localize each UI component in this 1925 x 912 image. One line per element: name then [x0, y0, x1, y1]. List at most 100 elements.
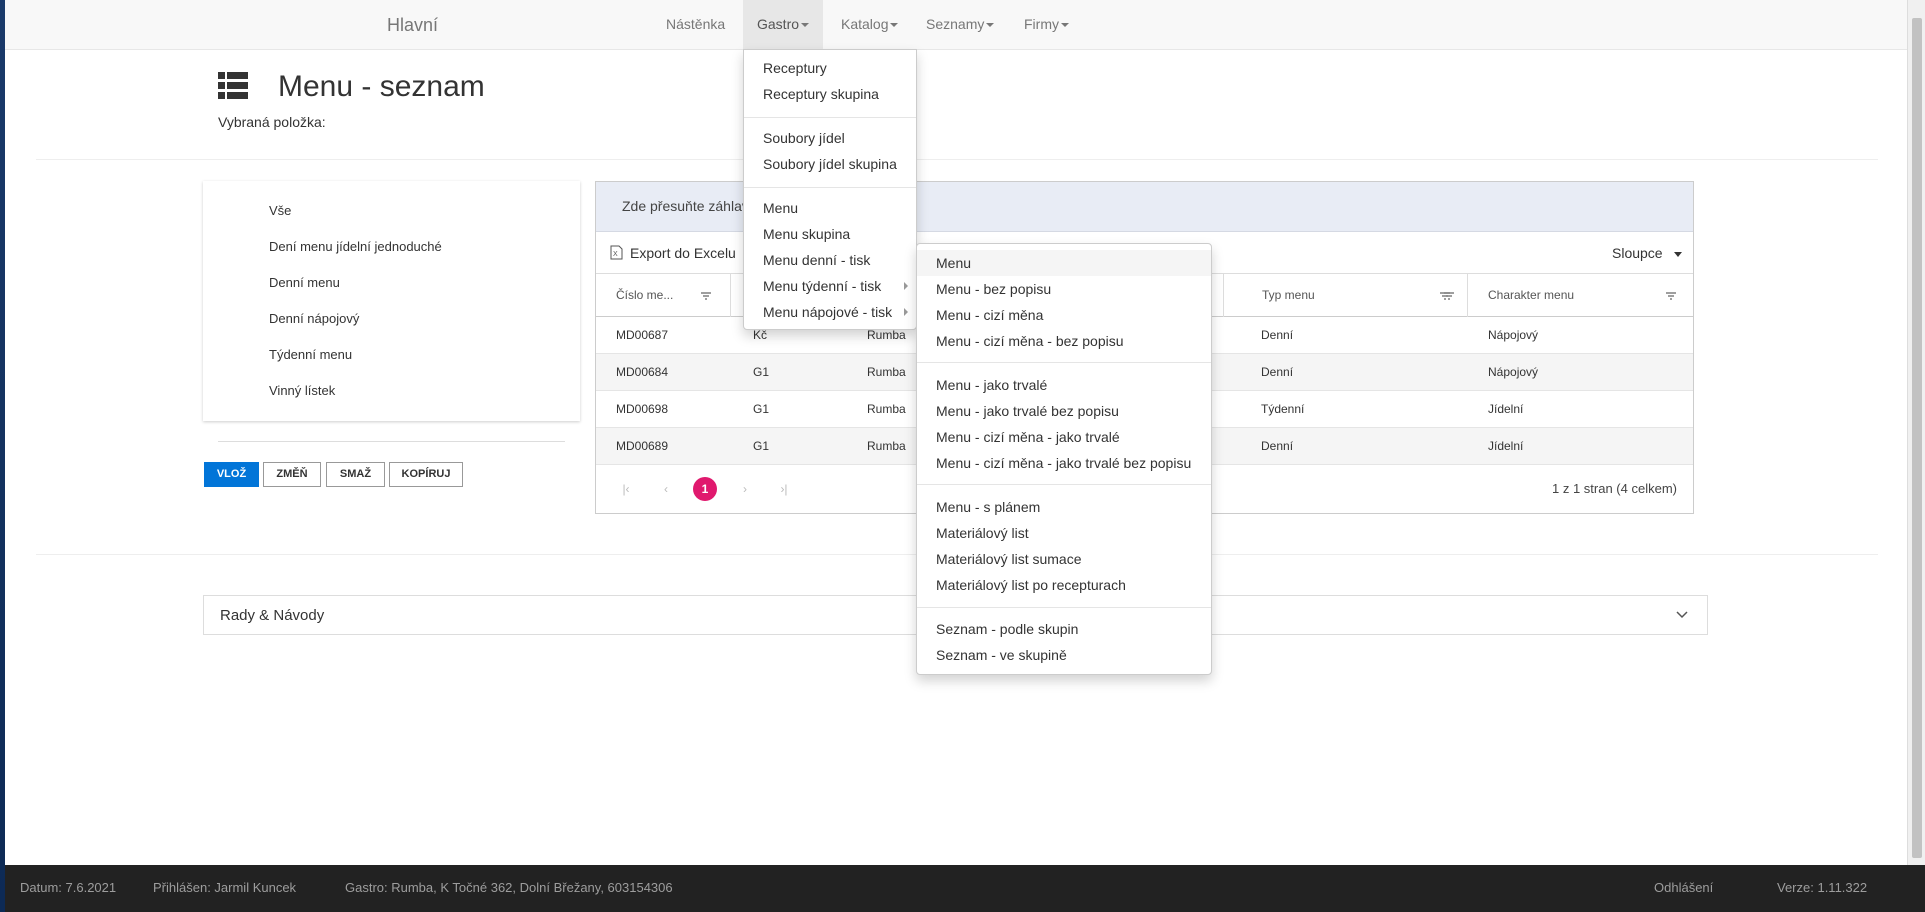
- divider: [36, 159, 1878, 160]
- menu-divider: [744, 117, 916, 118]
- cell-c2: G1: [753, 402, 770, 416]
- column-header-label: Typ menu: [1262, 288, 1315, 302]
- submenu-item[interactable]: Menu - jako trvalé: [917, 372, 1211, 398]
- export-excel-button[interactable]: Export do Excelu: [630, 245, 736, 261]
- status-footer: Datum: 7.6.2021 Přihlášen: Jarmil Kuncek…: [5, 865, 1925, 912]
- pager-info: 1 z 1 stran (4 celkem): [1552, 481, 1677, 496]
- footer-version: Verze: 1.11.322: [1777, 880, 1868, 895]
- logout-link[interactable]: Odhlášení: [1654, 880, 1713, 895]
- menu-item-menu-skupina[interactable]: Menu skupina: [744, 222, 916, 246]
- group-panel-hint: Zde přesuňte záhlav: [622, 198, 749, 214]
- column-header-cislo[interactable]: Číslo me...: [596, 274, 731, 317]
- delete-button[interactable]: SMAŽ: [326, 462, 385, 487]
- submenu-item[interactable]: Menu - cizí měna - jako trvalé bez popis…: [917, 450, 1211, 476]
- submenu-item[interactable]: Menu: [917, 250, 1211, 276]
- list-item-vse[interactable]: Vše: [269, 203, 291, 218]
- cell-typ: Denní: [1261, 365, 1294, 379]
- cell-cislo: MD00689: [616, 439, 669, 453]
- left-window-edge: [0, 0, 5, 912]
- menu-item-label: Menu týdenní - tisk: [763, 278, 882, 294]
- nav-katalog[interactable]: Katalog: [827, 0, 912, 49]
- print-submenu: Menu Menu - bez popisu Menu - cizí měna …: [916, 243, 1212, 675]
- top-navbar: Hlavní Nástěnka Gastro Katalog Seznamy F…: [5, 0, 1907, 50]
- menu-item-receptury-skupina[interactable]: Receptury skupina: [744, 82, 916, 106]
- cell-charakter: Nápojový: [1488, 365, 1539, 379]
- footer-user: Přihlášen: Jarmil Kuncek: [153, 880, 297, 895]
- menu-item-soubory-jidel-skupina[interactable]: Soubory jídel skupina: [744, 152, 916, 176]
- copy-button[interactable]: KOPÍRUJ: [389, 462, 463, 487]
- nav-seznamy[interactable]: Seznamy: [912, 0, 1008, 49]
- divider: [218, 441, 565, 442]
- last-page-icon[interactable]: ›|: [772, 477, 796, 501]
- column-header-label: Číslo me...: [616, 288, 674, 302]
- menu-item-soubory-jidel[interactable]: Soubory jídel: [744, 126, 916, 150]
- filter-icon[interactable]: [1666, 292, 1676, 300]
- cell-c3: Rumba: [867, 365, 906, 379]
- cell-c3: Rumba: [867, 439, 906, 453]
- caret-down-icon: [1674, 252, 1682, 257]
- prev-page-icon[interactable]: ‹: [654, 477, 678, 501]
- caret-down-icon: [890, 23, 899, 28]
- nav-gastro[interactable]: Gastro: [743, 0, 824, 49]
- cell-charakter: Nápojový: [1488, 328, 1539, 342]
- cell-c2: G1: [753, 365, 770, 379]
- submenu-item[interactable]: Menu - jako trvalé bez popisu: [917, 398, 1211, 424]
- submenu-item[interactable]: Menu - cizí měna: [917, 302, 1211, 328]
- chevron-right-icon: [904, 308, 908, 316]
- nav-label: Seznamy: [926, 16, 985, 32]
- menu-divider: [917, 362, 1211, 363]
- nav-label: Gastro: [757, 16, 800, 32]
- excel-icon: X: [610, 245, 623, 260]
- menu-divider: [744, 187, 916, 188]
- change-button[interactable]: ZMĚŇ: [263, 462, 321, 487]
- column-header-charakter-menu[interactable]: Charakter menu: [1468, 274, 1693, 317]
- svg-text:X: X: [613, 251, 618, 258]
- nav-firmy[interactable]: Firmy: [1010, 0, 1083, 49]
- column-header-typ-menu[interactable]: Typ menu: [1242, 274, 1468, 317]
- brand-link[interactable]: Hlavní: [387, 15, 438, 36]
- chevron-right-icon: [904, 282, 908, 290]
- filter-icon[interactable]: [701, 292, 711, 300]
- list-item-denni-napojovy[interactable]: Denní nápojový: [269, 311, 359, 326]
- filter-icon[interactable]: [1440, 292, 1450, 300]
- vertical-scrollbar[interactable]: [1907, 0, 1925, 865]
- submenu-item[interactable]: Materiálový list po recepturach: [917, 572, 1211, 598]
- page-button-current[interactable]: 1: [693, 477, 717, 501]
- column-header-label: Charakter menu: [1488, 288, 1575, 302]
- cell-charakter: Jídelní: [1488, 402, 1524, 416]
- submenu-item[interactable]: Menu - cizí měna - bez popisu: [917, 328, 1211, 354]
- next-page-icon[interactable]: ›: [733, 477, 757, 501]
- menu-item-menu-tydenni-tisk[interactable]: Menu týdenní - tisk: [744, 274, 916, 298]
- scrollbar-thumb[interactable]: [1912, 18, 1922, 858]
- submenu-item[interactable]: Menu - cizí měna - jako trvalé: [917, 424, 1211, 450]
- submenu-item[interactable]: Seznam - podle skupin: [917, 616, 1211, 642]
- cell-typ: Denní: [1261, 439, 1294, 453]
- submenu-item[interactable]: Seznam - ve skupině: [917, 642, 1211, 668]
- chevron-down-icon: [1676, 611, 1688, 619]
- cell-c2: G1: [753, 439, 770, 453]
- selected-item-label: Vybraná položka:: [218, 114, 326, 130]
- menu-item-menu[interactable]: Menu: [744, 196, 916, 220]
- nav-nastenka[interactable]: Nástěnka: [652, 0, 739, 49]
- insert-button[interactable]: VLOŽ: [204, 462, 259, 487]
- submenu-item[interactable]: Menu - bez popisu: [917, 276, 1211, 302]
- menu-item-menu-denni-tisk[interactable]: Menu denní - tisk: [744, 248, 916, 272]
- submenu-item[interactable]: Menu - s plánem: [917, 494, 1211, 520]
- tips-accordion-title: Rady & Návody: [220, 607, 325, 624]
- list-item-deni-menu-jidelni[interactable]: Dení menu jídelní jednoduché: [269, 239, 442, 254]
- list-item-denni-menu[interactable]: Denní menu: [269, 275, 340, 290]
- submenu-item[interactable]: Materiálový list sumace: [917, 546, 1211, 572]
- cell-typ: Denní: [1261, 328, 1294, 342]
- menu-item-receptury[interactable]: Receptury: [744, 56, 916, 80]
- nav-label: Nástěnka: [666, 16, 726, 32]
- columns-button[interactable]: Sloupce: [1612, 245, 1663, 261]
- menu-item-menu-napojove-tisk[interactable]: Menu nápojové - tisk: [744, 300, 916, 324]
- list-item-tydenni-menu[interactable]: Týdenní menu: [269, 347, 352, 362]
- submenu-item[interactable]: Materiálový list: [917, 520, 1211, 546]
- nav-label: Katalog: [841, 16, 889, 32]
- gastro-dropdown-menu: Receptury Receptury skupina Soubory jíde…: [743, 49, 917, 330]
- first-page-icon[interactable]: |‹: [614, 477, 638, 501]
- cell-c3: Rumba: [867, 402, 906, 416]
- menu-divider: [917, 484, 1211, 485]
- list-item-vinny-listek[interactable]: Vinný lístek: [269, 383, 335, 398]
